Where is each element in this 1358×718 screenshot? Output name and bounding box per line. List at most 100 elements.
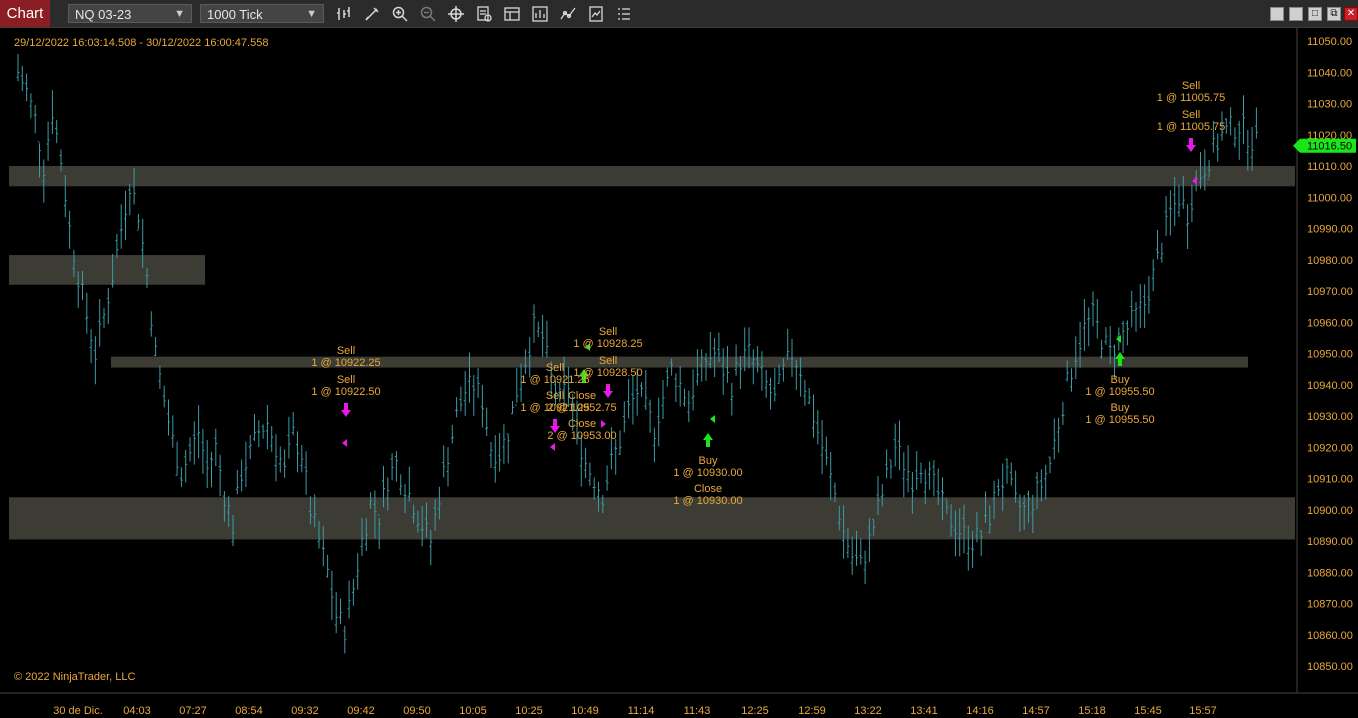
- execution-detail: 1 @ 10930.00: [673, 467, 743, 479]
- price-zone: [9, 255, 205, 285]
- price-tick-label: 10940.00: [1307, 380, 1353, 392]
- price-zone: [9, 497, 1295, 540]
- price-tick-label: 10850.00: [1307, 661, 1353, 673]
- price-tick-label: 11000.00: [1307, 192, 1352, 204]
- execution-label: Close 1 @ 10930.00: [668, 483, 748, 507]
- execution-detail: 1 @ 10930.00: [673, 495, 743, 507]
- maximize-icon: □: [1311, 8, 1319, 19]
- time-tick-label: 07:27: [179, 705, 207, 717]
- price-tick-label: 10890.00: [1307, 536, 1353, 548]
- price-zone: [111, 356, 1248, 368]
- execution-label: Sell 1 @ 10928.50: [568, 355, 648, 379]
- strategies-icon[interactable]: [559, 5, 577, 23]
- time-axis: 30 de Dic. 04:03 07:27 08:54 09:32 09:42 09:50…: [0, 692, 1358, 717]
- properties-icon[interactable]: [475, 5, 493, 23]
- template-icon[interactable]: [503, 5, 521, 23]
- chart-toolbar: Chart NQ 03-23 ▼ 1000 Tick ▼ □ ⧉ ✕: [0, 0, 1358, 28]
- pencil-icon[interactable]: [363, 5, 381, 23]
- execution-label: Sell 1 @ 11005.75: [1151, 80, 1231, 104]
- last-price-label: 11016.50: [1307, 141, 1352, 153]
- price-tick-label: 10930.00: [1307, 411, 1353, 423]
- execution-side: Sell: [1181, 80, 1201, 92]
- price-tick-label: 10950.00: [1307, 349, 1353, 361]
- execution-side: Buy: [1110, 402, 1130, 414]
- bar-type-icon[interactable]: [335, 5, 353, 23]
- price-tick-label: 10920.00: [1307, 442, 1353, 454]
- time-tick-label: 09:42: [347, 705, 375, 717]
- execution-side: Buy: [1110, 374, 1130, 386]
- time-tick-label: 13:22: [854, 705, 882, 717]
- close-button[interactable]: ✕: [1344, 7, 1358, 21]
- minimize-button[interactable]: [1270, 7, 1284, 21]
- price-tick-label: 11040.00: [1307, 67, 1352, 79]
- execution-side: Sell: [336, 345, 356, 357]
- execution-label: Buy 1 @ 10930.00: [668, 455, 748, 479]
- execution-detail: 2 @ 10953.00: [547, 430, 617, 442]
- chevron-down-icon: ▼: [306, 8, 317, 20]
- price-tick-label: 10980.00: [1307, 255, 1353, 267]
- chart-tab[interactable]: Chart: [0, 0, 50, 27]
- execution-label: Close 2 @ 10953.00: [542, 418, 622, 442]
- execution-label: Sell 1 @ 11005.75: [1151, 109, 1231, 133]
- instrument-select[interactable]: NQ 03-23 ▼: [68, 4, 192, 23]
- time-tick-label: 11:14: [628, 705, 655, 717]
- indicators-icon[interactable]: [531, 5, 549, 23]
- interval-value: 1000 Tick: [207, 7, 263, 22]
- exit-marker-icon: [342, 439, 347, 447]
- time-tick-label: 15:45: [1134, 705, 1162, 717]
- crosshair-icon[interactable]: [447, 5, 465, 23]
- sell-arrow-icon: [1186, 138, 1196, 152]
- time-tick-label: 14:57: [1022, 705, 1050, 717]
- restore-button[interactable]: [1289, 7, 1303, 21]
- execution-label: Sell 1 @ 10922.25: [306, 345, 386, 369]
- price-tick-label: 11030.00: [1307, 99, 1352, 111]
- maximize-button[interactable]: □: [1308, 7, 1322, 21]
- execution-side: Sell: [598, 326, 618, 338]
- zoom-in-icon[interactable]: [391, 5, 409, 23]
- popout-button[interactable]: ⧉: [1327, 7, 1341, 21]
- time-tick-label: 09:32: [291, 705, 319, 717]
- date-range-label: 29/12/2022 16:03:14.508 - 30/12/2022 16:…: [14, 37, 269, 49]
- execution-detail: 1 @ 10955.50: [1085, 414, 1155, 426]
- sell-arrow-icon: [341, 403, 351, 417]
- exit-marker-icon: [550, 443, 555, 451]
- close-icon: ✕: [1346, 8, 1356, 19]
- execution-detail: 1 @ 10928.25: [573, 338, 643, 350]
- execution-detail: 1 @ 10928.50: [573, 367, 643, 379]
- execution-side: Buy: [698, 455, 718, 467]
- price-bars: [16, 53, 1258, 654]
- execution-side: Close: [567, 390, 597, 402]
- price-zone: [9, 166, 1295, 187]
- price-tick-label: 11050.00: [1307, 36, 1352, 48]
- price-tick-label: 10860.00: [1307, 630, 1353, 642]
- price-tick-label: 11010.00: [1307, 161, 1352, 173]
- execution-side: Close: [693, 483, 723, 495]
- buy-arrow-icon: [703, 433, 713, 447]
- snapshot-icon[interactable]: [587, 5, 605, 23]
- list-icon[interactable]: [615, 5, 633, 23]
- time-tick-label: 13:41: [910, 705, 938, 717]
- price-tick-label: 10960.00: [1307, 317, 1353, 329]
- execution-label: Close 2 @ 10952.75: [542, 390, 622, 414]
- time-tick-label: 30 de Dic.: [53, 705, 103, 717]
- time-tick-label: 14:16: [966, 705, 994, 717]
- execution-detail: 2 @ 10952.75: [547, 402, 617, 414]
- time-tick-label: 10:49: [571, 705, 599, 717]
- price-tick-label: 10880.00: [1307, 567, 1353, 579]
- interval-select[interactable]: 1000 Tick ▼: [200, 4, 324, 23]
- time-tick-label: 10:25: [515, 705, 543, 717]
- execution-side: Sell: [598, 355, 618, 367]
- time-tick-label: 15:18: [1078, 705, 1106, 717]
- execution-side: Sell: [1181, 109, 1201, 121]
- price-tick-label: 10990.00: [1307, 224, 1353, 236]
- execution-label: Sell 1 @ 10922.50: [306, 374, 386, 398]
- copyright-label: © 2022 NinjaTrader, LLC: [14, 671, 136, 683]
- execution-detail: 1 @ 11005.75: [1156, 92, 1226, 104]
- time-tick-label: 04:03: [123, 705, 151, 717]
- time-tick-label: 15:57: [1189, 705, 1217, 717]
- exit-marker-icon: [710, 415, 715, 423]
- zoom-out-icon[interactable]: [419, 5, 437, 23]
- execution-side: Sell: [336, 374, 356, 386]
- execution-label: Sell 1 @ 10928.25: [568, 326, 648, 350]
- time-tick-label: 09:50: [403, 705, 431, 717]
